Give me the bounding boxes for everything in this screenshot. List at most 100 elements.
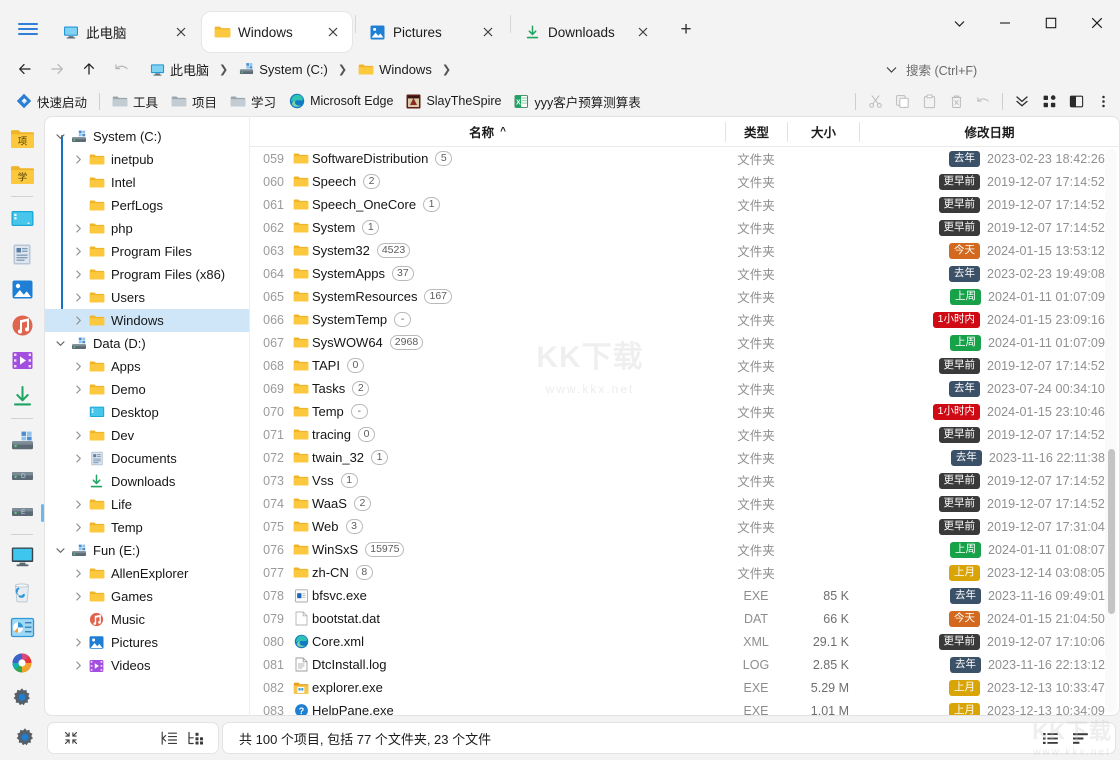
tree-twisty-icon[interactable] [69, 293, 87, 302]
file-name-cell[interactable]: Web 3 [290, 519, 725, 534]
bookmark-budget-spreadsheet[interactable]: X yyy客户预算测算表 [508, 89, 646, 114]
table-row[interactable]: 078 bfsvc.exe EXE 85 K 去年 2023-11-16 09:49:01 [250, 584, 1119, 607]
breadcrumb-item-this-pc[interactable]: 此电脑 ❯ [146, 58, 233, 81]
file-name-cell[interactable]: System32 4523 [290, 243, 725, 258]
column-header-date[interactable]: 修改日期 [859, 121, 1119, 142]
tree-item-dev[interactable]: Dev [45, 424, 249, 447]
table-row[interactable]: 061 Speech_OneCore 1 文件夹 更早前 2019-12-07 17:14… [250, 193, 1119, 216]
tab-close-icon[interactable] [322, 21, 344, 43]
tree-twisty-icon[interactable] [69, 224, 87, 233]
tree-twisty-icon[interactable] [69, 270, 87, 279]
file-name-cell[interactable]: SystemTemp - [290, 312, 725, 327]
table-row[interactable]: 065 SystemResources 167 文件夹 上周 2024-01-11 01:… [250, 285, 1119, 308]
bookmark-tools[interactable]: 工具 [106, 89, 164, 114]
file-name-cell[interactable]: bfsvc.exe [290, 588, 725, 603]
file-name-cell[interactable]: tracing 0 [290, 427, 725, 442]
tree-twisty-icon[interactable] [69, 523, 87, 532]
tree-item-php[interactable]: php [45, 217, 249, 240]
chevrons-down-icon[interactable] [1009, 88, 1035, 114]
file-name-cell[interactable]: SystemApps 37 [290, 266, 725, 281]
rail-pictures[interactable] [5, 272, 39, 308]
table-row[interactable]: 059 SoftwareDistribution 5 文件夹 去年 2023-02-23 … [250, 147, 1119, 170]
tree-twisty-icon[interactable] [69, 316, 87, 325]
tree-item-allenexplorer[interactable]: AllenExplorer [45, 562, 249, 585]
tree-twisty-icon[interactable] [69, 638, 87, 647]
rail-music[interactable] [5, 308, 39, 344]
tree-item-program-files[interactable]: Program Files [45, 240, 249, 263]
tree-twisty-icon[interactable] [69, 362, 87, 371]
tree-item-system-c[interactable]: System (C:) [45, 125, 249, 148]
tree-twisty-icon[interactable] [51, 132, 69, 141]
tree-item-intel[interactable]: Intel [45, 171, 249, 194]
rail-settings[interactable] [5, 681, 39, 716]
table-row[interactable]: 076 WinSxS 15975 文件夹 上周 2024-01-11 01:08:07 [250, 538, 1119, 561]
panel-icon[interactable] [1063, 88, 1089, 114]
tree-item-windows[interactable]: Windows [45, 309, 249, 332]
file-name-cell[interactable]: Core.xml [290, 634, 725, 649]
tree-twisty-icon[interactable] [69, 431, 87, 440]
file-name-cell[interactable]: SoftwareDistribution 5 [290, 151, 725, 166]
tree-item-videos[interactable]: Videos [45, 654, 249, 677]
bookmark-microsoft-edge[interactable]: Microsoft Edge [283, 90, 399, 112]
tree-twisty-icon[interactable] [69, 155, 87, 164]
copy-icon[interactable] [889, 88, 915, 114]
tree-twisty-icon[interactable] [69, 661, 87, 670]
undo-button[interactable] [106, 55, 136, 83]
file-name-cell[interactable]: WaaS 2 [290, 496, 725, 511]
settings-gear-icon[interactable] [6, 719, 44, 757]
file-name-cell[interactable]: Vss 1 [290, 473, 725, 488]
file-name-cell[interactable]: Tasks 2 [290, 381, 725, 396]
tree-twisty-icon[interactable] [69, 385, 87, 394]
tree-twisty-icon[interactable] [51, 339, 69, 348]
forward-button[interactable] [42, 55, 72, 83]
scrollbar-track[interactable] [1105, 149, 1117, 713]
rail-documents[interactable] [5, 236, 39, 272]
tab-close-icon[interactable] [477, 21, 499, 43]
back-button[interactable] [10, 55, 40, 83]
bookmark-slaythespire[interactable]: SlayTheSpire [400, 91, 507, 112]
rail-drive-d[interactable]: D [5, 459, 39, 495]
tree-item-desktop[interactable]: Desktop [45, 401, 249, 424]
search-input[interactable]: 搜索 (Ctrl+F) [906, 56, 1106, 82]
tab-downloads[interactable]: Downloads [512, 12, 662, 52]
window-maximize-button[interactable] [1028, 0, 1074, 46]
file-name-cell[interactable]: WinSxS 15975 [290, 542, 725, 557]
file-name-cell[interactable]: zh-CN 8 [290, 565, 725, 580]
tab-close-icon[interactable] [632, 21, 654, 43]
tree-item-music[interactable]: Music [45, 608, 249, 631]
rail-desktop[interactable] [5, 201, 39, 237]
file-name-cell[interactable]: DtcInstall.log [290, 657, 725, 672]
tab-close-icon[interactable] [170, 21, 192, 43]
vertical-scrollbar[interactable] [1105, 149, 1117, 713]
table-row[interactable]: 074 WaaS 2 文件夹 更早前 2019-12-07 17:14:52 [250, 492, 1119, 515]
tree-item-life[interactable]: Life [45, 493, 249, 516]
table-row[interactable]: 070 Temp - 文件夹 1小时内 2024-01-15 23:10:46 [250, 400, 1119, 423]
table-row[interactable]: 068 TAPI 0 文件夹 更早前 2019-12-07 17:14:52 [250, 354, 1119, 377]
tab-windows[interactable]: Windows [202, 12, 352, 52]
tree-twisty-icon[interactable] [69, 247, 87, 256]
file-rows[interactable]: 059 SoftwareDistribution 5 文件夹 去年 2023-02-23 … [250, 147, 1119, 715]
layout-grid-icon[interactable] [1036, 88, 1062, 114]
tree-item-games[interactable]: Games [45, 585, 249, 608]
tree-item-downloads[interactable]: Downloads [45, 470, 249, 493]
tab-pictures[interactable]: Pictures [357, 12, 507, 52]
file-name-cell[interactable]: Speech_OneCore 1 [290, 197, 725, 212]
rail-color-wheel[interactable] [5, 645, 39, 681]
hamburger-menu-icon[interactable] [6, 6, 50, 52]
file-name-cell[interactable]: twain_32 1 [290, 450, 725, 465]
new-tab-button[interactable]: + [670, 14, 702, 46]
tree-item-program-files-x86[interactable]: Program Files (x86) [45, 263, 249, 286]
indent-icon[interactable] [156, 725, 182, 751]
file-name-cell[interactable]: explorer.exe [290, 680, 725, 695]
table-row[interactable]: 062 System 1 文件夹 更早前 2019-12-07 17:14:52 [250, 216, 1119, 239]
collapse-all-icon[interactable] [58, 725, 84, 751]
scrollbar-thumb[interactable] [1108, 449, 1115, 614]
table-row[interactable]: 080 Core.xml XML 29.1 K 更早前 2019-12-07 17:10:… [250, 630, 1119, 653]
rail-control-panel[interactable] [5, 610, 39, 646]
tree-twisty-icon[interactable] [69, 569, 87, 578]
table-row[interactable]: 071 tracing 0 文件夹 更早前 2019-12-07 17:14:52 [250, 423, 1119, 446]
tree-item-fun-e[interactable]: Fun (E:) [45, 539, 249, 562]
breadcrumb-item-windows[interactable]: Windows ❯ [354, 60, 456, 79]
tree-item-data-d[interactable]: Data (D:) [45, 332, 249, 355]
file-name-cell[interactable]: bootstat.dat [290, 611, 725, 626]
